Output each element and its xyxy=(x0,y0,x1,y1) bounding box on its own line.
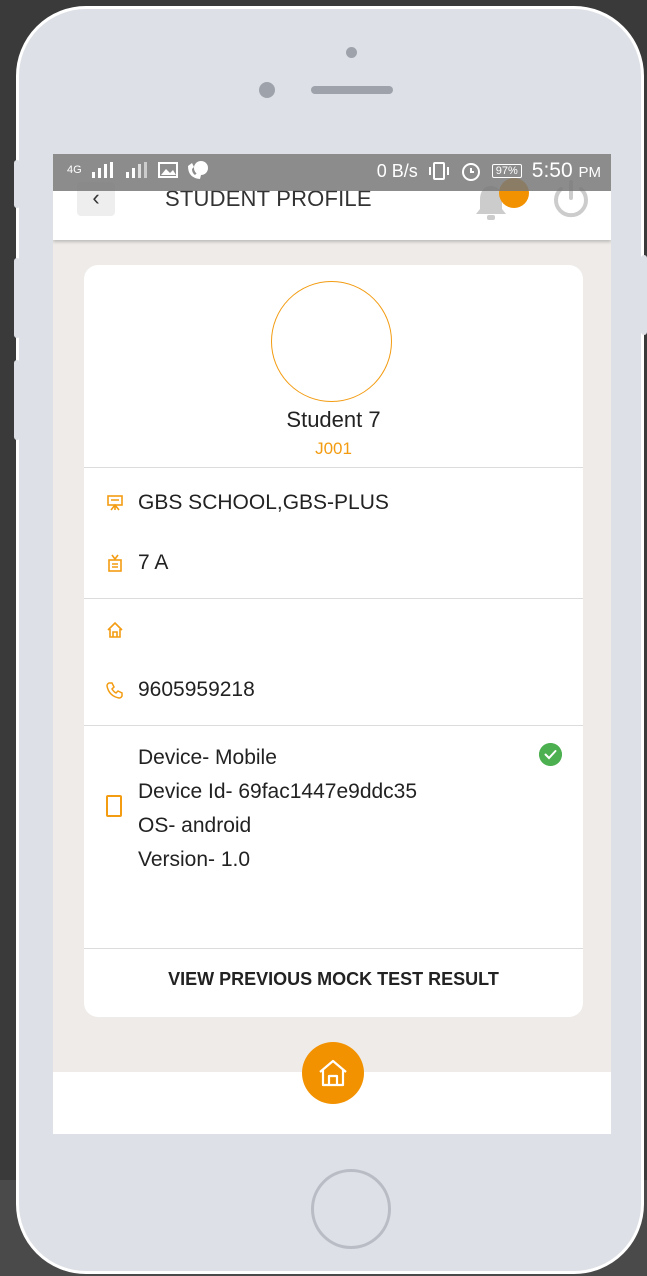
phone-icon xyxy=(104,679,126,701)
side-button-mute[interactable] xyxy=(14,160,20,208)
status-bar: 4G 0 B/s 97% 5:50 PM xyxy=(53,154,611,191)
class-row: 7 A xyxy=(104,551,168,575)
divider xyxy=(84,467,583,468)
address-row xyxy=(104,619,138,641)
device-version: Version- 1.0 xyxy=(138,848,251,871)
front-sensor xyxy=(346,47,357,58)
check-icon xyxy=(539,743,562,766)
student-name: Student 7 xyxy=(286,407,381,432)
battery-indicator: 97% xyxy=(491,164,522,178)
divider xyxy=(84,725,583,726)
front-camera xyxy=(259,82,275,98)
phone-number: 9605959218 xyxy=(138,678,255,701)
class-name: 7 A xyxy=(138,551,169,574)
earpiece-speaker xyxy=(311,86,393,94)
device-type: Device- Mobile xyxy=(138,746,277,769)
gallery-icon xyxy=(157,162,178,178)
clock: 5:50 PM xyxy=(532,159,601,183)
device-os: OS- android xyxy=(138,814,252,837)
alarm-icon xyxy=(461,163,480,181)
side-button-volume-up[interactable] xyxy=(14,258,20,338)
signal-icon-2 xyxy=(125,162,147,178)
device-id: Device Id- 69fac1447e9ddc35 xyxy=(138,780,418,803)
side-button-volume-down[interactable] xyxy=(14,360,20,440)
student-id: J001 xyxy=(315,439,352,458)
home-button[interactable] xyxy=(302,1042,364,1104)
profile-card: Student 7 J001 GBS SCHOOL,GBS-PLUS 7 A 9… xyxy=(84,265,583,1017)
hardware-home-button[interactable] xyxy=(311,1169,391,1249)
device-info: Device- Mobile Device Id- 69fac1447e9ddc… xyxy=(138,741,417,877)
school-name: GBS SCHOOL,GBS-PLUS xyxy=(138,491,389,514)
phone-row: 9605959218 xyxy=(104,678,255,702)
home-icon xyxy=(319,1059,347,1087)
network-type: 4G xyxy=(67,164,82,176)
divider xyxy=(84,598,583,599)
chat-call-icon xyxy=(187,161,208,179)
school-icon xyxy=(104,492,126,514)
device-icon xyxy=(106,795,122,817)
view-mock-test-button[interactable]: VIEW PREVIOUS MOCK TEST RESULT xyxy=(84,949,583,1009)
data-rate: 0 B/s xyxy=(376,160,418,181)
vibrate-icon xyxy=(428,162,449,180)
signal-icon xyxy=(91,162,113,178)
class-icon xyxy=(104,552,126,574)
avatar xyxy=(271,281,392,402)
home-address-icon xyxy=(104,619,126,641)
app-screen: 4G 0 B/s 97% 5:50 PM ‹ STUDENT PROFILE S… xyxy=(53,154,611,1134)
side-button-power[interactable] xyxy=(641,255,647,335)
clock-ampm: PM xyxy=(578,164,602,181)
clock-time: 5:50 xyxy=(531,159,573,182)
school-row: GBS SCHOOL,GBS-PLUS xyxy=(104,491,389,515)
